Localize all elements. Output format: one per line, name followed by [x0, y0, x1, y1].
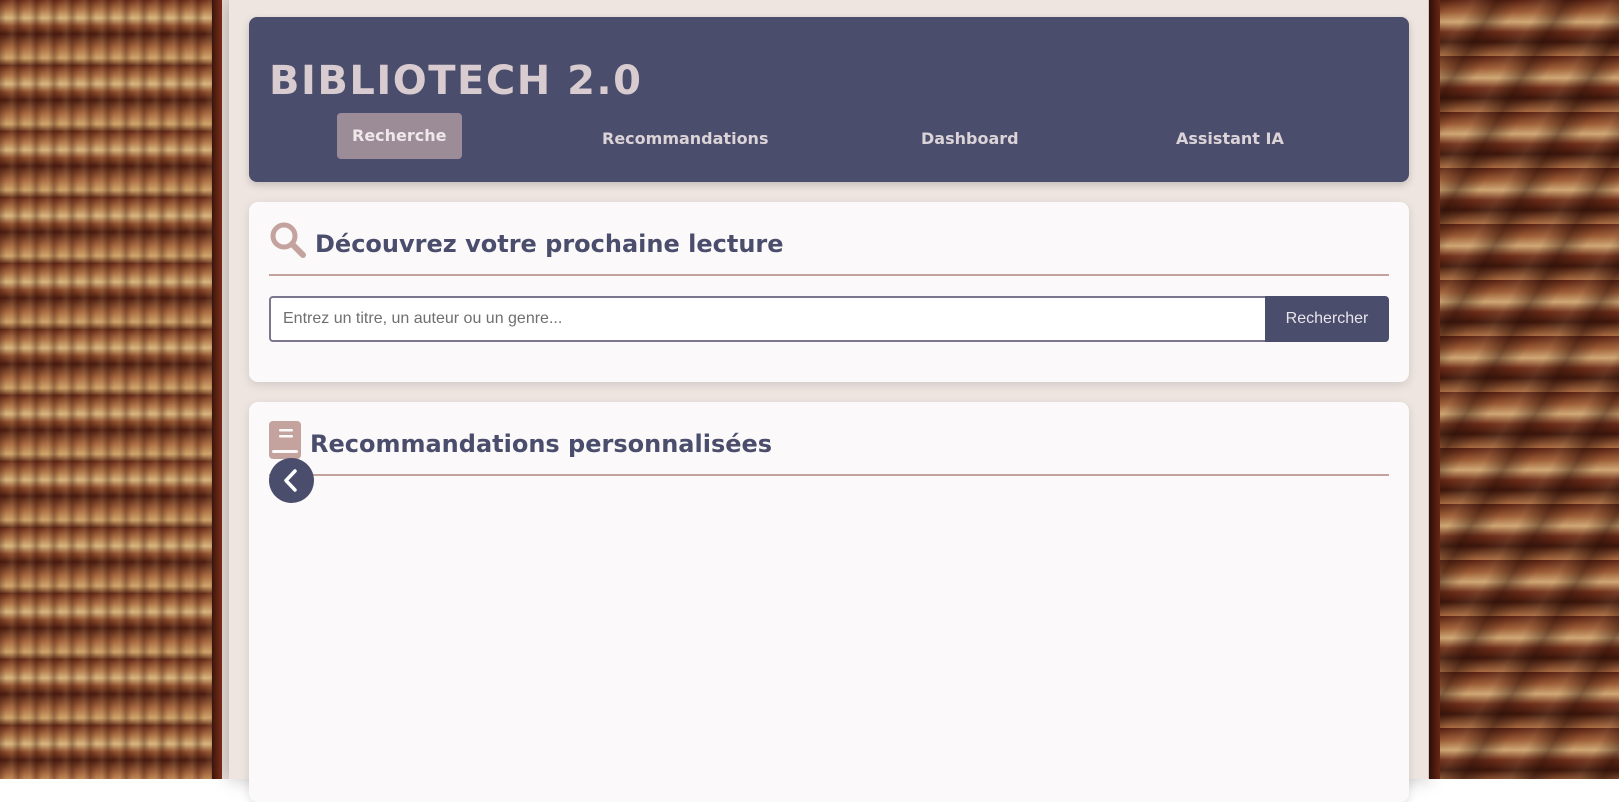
recommendations-carousel [269, 502, 1389, 782]
app-header: BIBLIOTECH 2.0 Recherche Recommandations… [249, 17, 1409, 182]
main-nav: Recherche Recommandations Dashboard Assi… [249, 113, 1409, 165]
book-icon [269, 421, 301, 459]
search-button[interactable]: Rechercher [1265, 296, 1389, 342]
recommendations-section-title: Recommandations personnalisées [310, 430, 773, 458]
nav-tab-recherche[interactable]: Recherche [337, 113, 462, 159]
carousel-prev-button[interactable] [269, 458, 314, 503]
app-title: BIBLIOTECH 2.0 [269, 58, 643, 104]
search-section-title: Découvrez votre prochaine lecture [315, 230, 784, 258]
page-container: BIBLIOTECH 2.0 Recherche Recommandations… [229, 0, 1429, 802]
search-bar: Rechercher [269, 296, 1389, 342]
nav-tab-recommandations[interactable]: Recommandations [602, 129, 768, 148]
search-icon [269, 221, 307, 259]
background-bookshelf-left [0, 0, 230, 779]
background-bookshelf-right [1428, 0, 1619, 779]
search-input[interactable] [269, 296, 1265, 342]
nav-tab-dashboard[interactable]: Dashboard [921, 129, 1019, 148]
section-divider [269, 274, 1389, 276]
nav-tab-assistant-ia[interactable]: Assistant IA [1176, 129, 1284, 148]
search-section: Découvrez votre prochaine lecture Recher… [249, 202, 1409, 382]
section-divider [269, 474, 1389, 476]
recommendations-section: Recommandations personnalisées [249, 402, 1409, 802]
chevron-left-icon [284, 469, 297, 492]
